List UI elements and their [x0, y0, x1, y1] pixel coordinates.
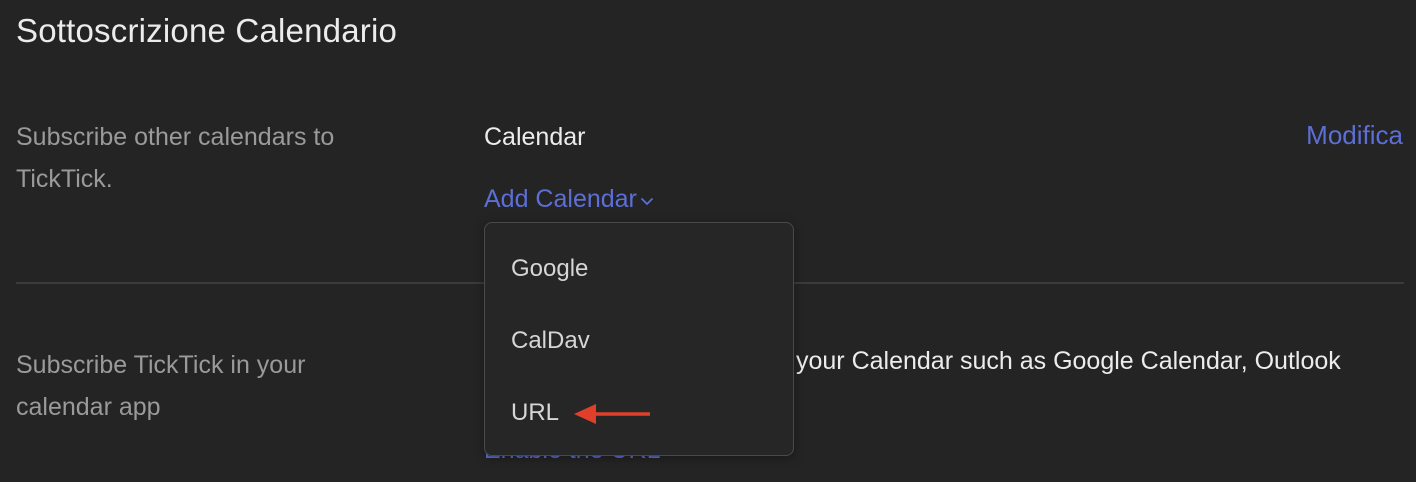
subscribe-ticktick-description: Subscribe TickTick in your calendar app — [16, 351, 306, 421]
calendar-label: Calendar — [484, 123, 586, 151]
dropdown-item-caldav[interactable]: CalDav — [511, 327, 590, 355]
arrow-left-icon — [574, 404, 650, 424]
page-title: Sottoscrizione Calendario — [16, 12, 398, 49]
calendar-subscription-page: Sottoscrizione Calendario Subscribe othe… — [0, 0, 1416, 482]
dropdown-item-google[interactable]: Google — [511, 255, 588, 283]
chevron-down-icon — [640, 197, 653, 205]
edit-link[interactable]: Modifica — [1306, 120, 1403, 151]
subscribe-ticktick-info: your Calendar such as Google Calendar, O… — [796, 347, 1341, 375]
subscribe-others-description: Subscribe other calendars to TickTick. — [16, 123, 335, 193]
add-calendar-button[interactable]: Add Calendar — [484, 185, 655, 214]
add-calendar-label: Add Calendar — [484, 185, 637, 213]
dropdown-item-url[interactable]: URL — [511, 399, 559, 427]
